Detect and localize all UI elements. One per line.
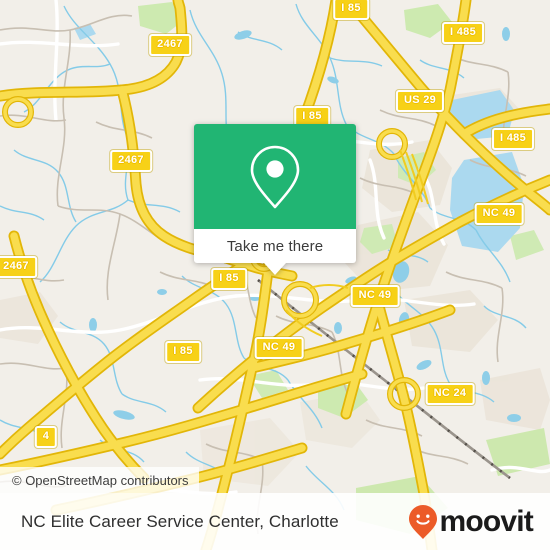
take-me-there-label: Take me there (226, 237, 324, 255)
moovit-logo[interactable]: moovit (408, 504, 534, 540)
road-shield-2467-left: 2467 (110, 150, 152, 172)
popup-pointer-tail (264, 263, 286, 275)
road-shield-nc49-lower: NC 49 (254, 337, 304, 359)
map-pin-icon (250, 145, 300, 208)
road-shield-nc24: NC 24 (425, 383, 475, 405)
popup-action-area[interactable]: Take me there (194, 229, 356, 275)
moovit-wordmark: moovit (439, 504, 533, 538)
map-attribution[interactable]: © OpenStreetMap contributors (0, 467, 199, 493)
road-shield-i85-top: I 85 (333, 0, 369, 20)
map-screenshot-root: I 85 I 485 2467 US 29 I 85 2467 I 485 NC… (0, 0, 550, 550)
road-shield-2467-top: 2467 (149, 34, 191, 56)
place-title: NC Elite Career Service Center, Charlott… (21, 511, 339, 531)
road-shield-us29: US 29 (395, 90, 445, 112)
road-shield-nc49-center: NC 49 (350, 285, 400, 307)
moovit-smiley-pin-icon (409, 504, 438, 539)
road-shield-i485-right: I 485 (492, 128, 534, 150)
road-shield-nc49-right: NC 49 (474, 203, 524, 225)
attribution-text: © OpenStreetMap contributors (12, 472, 189, 488)
bottom-bar: NC Elite Career Service Center, Charlott… (0, 493, 550, 550)
road-shield-4: 4 (34, 426, 58, 448)
location-popup[interactable]: Take me there (194, 124, 356, 275)
road-shield-2467-leftedge: 2467 (0, 256, 37, 278)
road-shield-i85-center: I 85 (211, 268, 247, 290)
road-shield-i85-lower: I 85 (165, 341, 201, 363)
road-shield-i485-topright: I 485 (442, 22, 484, 44)
popup-pin-area (194, 124, 356, 229)
